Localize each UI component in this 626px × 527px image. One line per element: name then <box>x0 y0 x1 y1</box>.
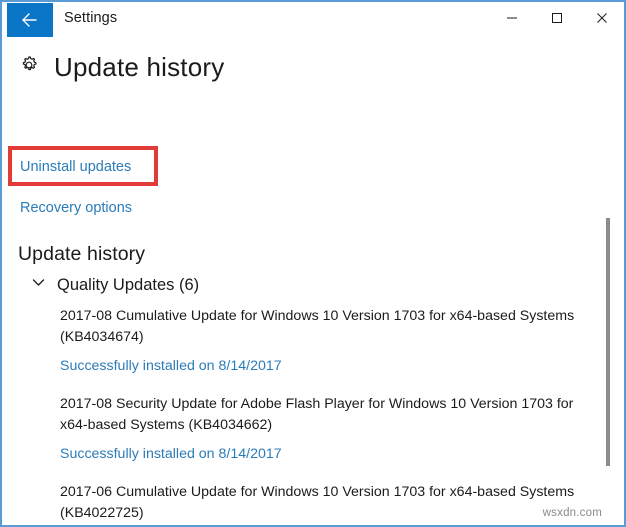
back-button[interactable] <box>7 3 53 37</box>
list-item: 2017-06 Cumulative Update for Windows 10… <box>60 482 600 527</box>
quality-updates-group-header[interactable]: Quality Updates (6) <box>30 274 199 296</box>
app-title: Settings <box>64 10 117 26</box>
maximize-button[interactable] <box>534 2 579 36</box>
update-title: 2017-08 Security Update for Adobe Flash … <box>60 394 595 436</box>
list-item: 2017-08 Cumulative Update for Windows 10… <box>60 306 600 376</box>
page-header: Update history <box>2 40 624 83</box>
chevron-down-icon <box>30 274 47 296</box>
scrollbar[interactable] <box>607 78 618 527</box>
recovery-options-link[interactable]: Recovery options <box>20 200 132 216</box>
page-title: Update history <box>54 52 224 83</box>
minimize-icon <box>506 12 518 27</box>
back-arrow-icon <box>20 12 40 28</box>
list-item: 2017-08 Security Update for Adobe Flash … <box>60 394 600 464</box>
close-icon <box>596 12 608 27</box>
maximize-icon <box>551 12 563 27</box>
uninstall-updates-link[interactable]: Uninstall updates <box>20 159 131 175</box>
gear-icon <box>18 54 40 81</box>
update-title: 2017-08 Cumulative Update for Windows 10… <box>60 306 595 348</box>
minimize-button[interactable] <box>489 2 534 36</box>
update-history-heading: Update history <box>18 243 145 266</box>
update-status[interactable]: Successfully installed on 8/14/2017 <box>60 446 282 462</box>
settings-window: Settings <box>0 0 626 527</box>
watermark: wsxdn.com <box>543 507 602 519</box>
close-button[interactable] <box>579 2 624 36</box>
recovery-options-link-container: Recovery options <box>20 199 132 217</box>
update-list: 2017-08 Cumulative Update for Windows 10… <box>60 306 600 527</box>
content-area: Update history Uninstall updates Recover… <box>2 40 624 525</box>
update-title: 2017-06 Cumulative Update for Windows 10… <box>60 482 595 524</box>
update-status[interactable]: Successfully installed on 8/14/2017 <box>60 358 282 374</box>
title-bar: Settings <box>2 2 624 40</box>
quality-updates-label: Quality Updates (6) <box>57 276 199 295</box>
uninstall-updates-link-container: Uninstall updates <box>20 158 131 176</box>
caption-button-group <box>489 2 624 36</box>
scrollbar-thumb[interactable] <box>606 218 610 466</box>
